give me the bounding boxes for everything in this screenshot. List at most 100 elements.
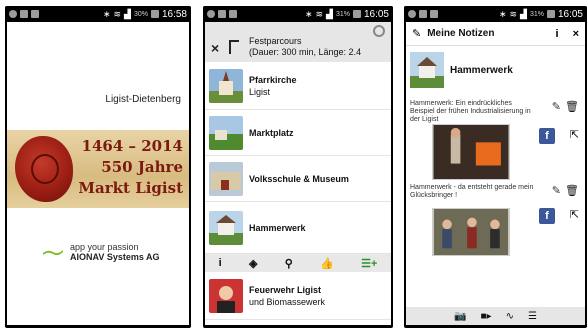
add-to-list-icon[interactable]: ☰+	[361, 257, 377, 270]
like-icon[interactable]: 👍	[320, 257, 334, 270]
notification-icon	[207, 10, 215, 18]
wifi-icon: ≋	[113, 8, 122, 19]
battery-icon	[150, 10, 159, 18]
facebook-share-button[interactable]: f	[539, 128, 555, 144]
battery-percent: 31%	[335, 10, 350, 18]
church-thumbnail	[209, 68, 243, 103]
clock: 16:58	[161, 8, 187, 20]
fire-department-thumbnail	[209, 278, 243, 313]
list-item[interactable]: Marktplatz	[205, 110, 391, 156]
clock: 16:05	[557, 8, 583, 20]
notification-icon	[408, 10, 416, 18]
banner-town: Markt Ligist	[78, 179, 183, 197]
item-sub: Ligist	[249, 86, 271, 97]
app-notification-icon	[419, 10, 427, 18]
pencil-icon: ✎	[412, 28, 422, 40]
share-icon[interactable]: ⇱	[570, 208, 579, 221]
phone-screen-route: ∗ ≋ ▟ 31% 16:05 × Festparcours (Dauer: 3…	[203, 6, 393, 328]
list-item[interactable]: Hammerwerk	[205, 202, 391, 254]
market-square-thumbnail	[209, 115, 243, 150]
battery-percent: 30%	[133, 10, 148, 18]
phone-screen-splash: ∗ ≋ ▟ 30% 16:58 Ligist-Dietenberg 1464 –…	[5, 6, 191, 328]
note-text: Hammerwerk - da entsteht gerade mein Glü…	[410, 184, 534, 199]
anniversary-banner: 1464 – 2014 550 Jahre Markt Ligist	[7, 130, 189, 208]
battery-percent: 31%	[529, 10, 544, 18]
hammerwerk-thumbnail	[410, 52, 444, 88]
bluetooth-icon: ∗	[102, 8, 111, 19]
vendor-promo[interactable]: app your passion AIONAV Systems AG	[42, 242, 160, 262]
vendor-name: AIONAV Systems AG	[70, 252, 160, 262]
notes-content: ✎ Meine Notizen i × Hammerwerk Hammerwer…	[406, 22, 585, 325]
bluetooth-icon: ∗	[304, 8, 313, 19]
item-name: Feuerwehr Ligist	[249, 284, 322, 295]
facebook-share-button[interactable]: f	[539, 208, 555, 224]
battery-icon	[352, 10, 361, 18]
edit-icon[interactable]: ✎	[552, 184, 561, 197]
notification-icon	[9, 10, 17, 18]
list-item[interactable]: Feuerwehr Ligist und Biomassewerk	[205, 272, 391, 320]
route-sign-icon	[229, 40, 239, 54]
trash-icon[interactable]: 🗑	[565, 100, 579, 113]
route-title: Festparcours	[249, 36, 302, 46]
item-name: Hammerwerk	[249, 222, 306, 233]
splash-content: Ligist-Dietenberg 1464 – 2014 550 Jahre …	[7, 22, 189, 325]
note-list-icon[interactable]: ☰	[528, 311, 537, 322]
image-icon	[229, 10, 237, 18]
phone-screen-notes: ∗ ≋ ▟ 31% 16:05 ✎ Meine Notizen i × Hamm…	[404, 6, 587, 328]
clock: 16:05	[363, 8, 389, 20]
vendor-slogan: app your passion	[70, 242, 139, 252]
status-bar: ∗ ≋ ▟ 31% 16:05	[404, 6, 587, 22]
note-item: Hammerwerk - da entsteht gerade mein Glü…	[406, 184, 585, 270]
list-item[interactable]: Pfarrkirche Ligist	[205, 62, 391, 110]
wax-seal-icon	[15, 136, 73, 202]
app-notification-icon	[20, 10, 28, 18]
image-icon	[31, 10, 39, 18]
camera-icon[interactable]: 📷	[454, 311, 466, 322]
signal-icon: ▟	[326, 8, 333, 19]
wifi-icon: ≋	[315, 8, 324, 19]
city-label: Ligist-Dietenberg	[105, 94, 181, 105]
route-content: × Festparcours (Dauer: 300 min, Länge: 2…	[205, 22, 391, 325]
note-photo[interactable]	[432, 208, 510, 256]
banner-anniversary: 550 Jahre	[101, 158, 183, 176]
note-item: Hammerwerk: Ein eindrückliches Beispiel …	[406, 100, 585, 186]
note-photo[interactable]	[432, 124, 510, 180]
edit-icon[interactable]: ✎	[552, 100, 561, 113]
signal-icon: ▟	[520, 8, 527, 19]
notes-header: ✎ Meine Notizen i ×	[406, 22, 585, 46]
info-button[interactable]: i	[556, 28, 559, 40]
item-name: Marktplatz	[249, 127, 294, 138]
search-icon[interactable]	[373, 25, 385, 37]
route-details: (Dauer: 300 min, Länge: 2.4	[249, 47, 362, 57]
image-icon	[430, 10, 438, 18]
map-pin-icon[interactable]: ⚲	[285, 257, 293, 270]
item-name: Volksschule & Museum	[249, 173, 349, 184]
route-header: × Festparcours (Dauer: 300 min, Länge: 2…	[205, 22, 391, 62]
page-title: Meine Notizen	[427, 28, 495, 39]
status-bar: ∗ ≋ ▟ 31% 16:05	[203, 6, 393, 22]
close-button[interactable]: ×	[573, 28, 579, 40]
list-item[interactable]: Volksschule & Museum	[205, 156, 391, 202]
close-icon[interactable]: ×	[211, 40, 219, 56]
wifi-icon: ≋	[509, 8, 518, 19]
trash-icon[interactable]: 🗑	[565, 184, 579, 197]
note-text: Hammerwerk: Ein eindrückliches Beispiel …	[410, 100, 531, 123]
banner-years: 1464 – 2014	[81, 137, 183, 155]
note-actions-bar: 📷 ■▸ ∿ ☰	[406, 307, 585, 325]
navigate-icon[interactable]: ◈	[249, 257, 257, 270]
school-thumbnail	[209, 161, 243, 196]
place-name: Hammerwerk	[450, 64, 513, 76]
info-icon[interactable]: i	[219, 257, 222, 269]
hammerwerk-thumbnail	[209, 210, 243, 245]
status-bar: ∗ ≋ ▟ 30% 16:58	[5, 6, 191, 22]
item-sub: und Biomassewerk	[249, 296, 326, 307]
signal-icon: ▟	[124, 8, 131, 19]
audio-icon[interactable]: ∿	[506, 311, 514, 322]
item-name: Pfarrkirche	[249, 74, 297, 85]
lizard-logo-icon	[43, 250, 63, 256]
app-notification-icon	[218, 10, 226, 18]
battery-icon	[546, 10, 555, 18]
video-icon[interactable]: ■▸	[481, 311, 492, 322]
item-toolbar: i ◈ ⚲ 👍 ☰+	[205, 254, 391, 272]
share-icon[interactable]: ⇱	[570, 128, 579, 141]
